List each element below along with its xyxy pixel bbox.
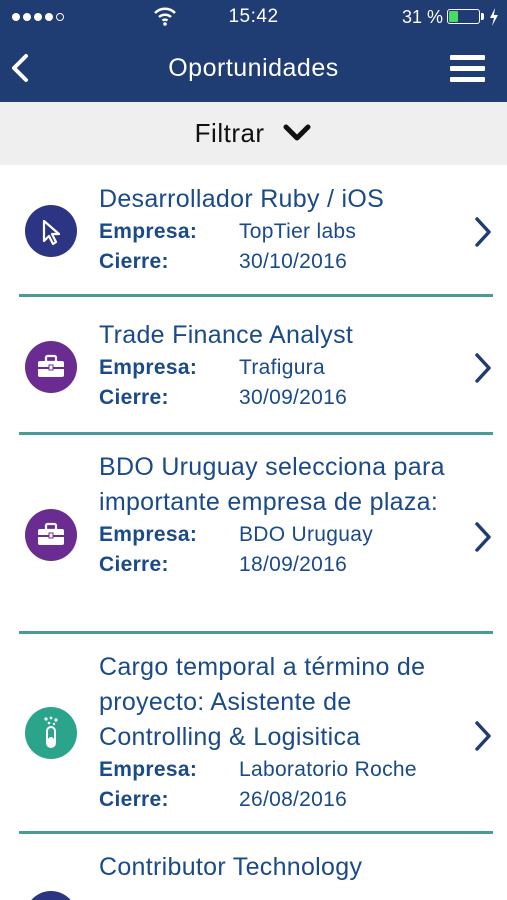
empresa-label: Empresa: bbox=[99, 758, 198, 781]
chevron-right-icon bbox=[475, 522, 491, 552]
empresa-value: Trafigura bbox=[239, 356, 325, 379]
cierre-value: 30/10/2016 bbox=[239, 250, 348, 273]
empresa-label: Empresa: bbox=[99, 523, 198, 546]
divider bbox=[19, 831, 493, 834]
chevron-right-icon bbox=[475, 217, 491, 247]
cierre-label: Cierre: bbox=[99, 788, 169, 811]
cursor-icon bbox=[25, 891, 77, 900]
briefcase-icon bbox=[25, 341, 77, 393]
chevron-right-icon bbox=[475, 721, 491, 751]
test-tube-icon bbox=[25, 707, 77, 759]
divider bbox=[19, 631, 493, 634]
list-item[interactable]: Trade Finance Analyst Empresa: Trafigura … bbox=[0, 297, 507, 435]
item-title: BDO Uruguay selecciona para importante e… bbox=[99, 453, 445, 516]
item-title: Cargo temporal a término de proyecto: As… bbox=[99, 653, 426, 751]
item-title: Contributor Technology bbox=[99, 853, 363, 881]
cursor-icon bbox=[25, 205, 77, 257]
list-item[interactable]: Desarrollador Ruby / iOS Empresa: TopTier… bbox=[0, 165, 507, 297]
hamburger-menu-icon[interactable] bbox=[448, 52, 488, 86]
battery-percentage: 31 % bbox=[402, 7, 444, 27]
briefcase-icon bbox=[25, 509, 77, 561]
empresa-label: Empresa: bbox=[99, 220, 198, 243]
cierre-value: 26/08/2016 bbox=[239, 788, 348, 811]
item-title: Desarrollador Ruby / iOS bbox=[99, 185, 385, 213]
list-item[interactable]: Cargo temporal a término de proyecto: As… bbox=[0, 635, 507, 835]
list-item[interactable]: Contributor Technology bbox=[0, 835, 507, 900]
item-title: Trade Finance Analyst bbox=[99, 321, 354, 349]
chevron-right-icon bbox=[475, 353, 491, 383]
empresa-label: Empresa: bbox=[99, 356, 198, 379]
charging-icon bbox=[490, 8, 498, 26]
empresa-value: BDO Uruguay bbox=[239, 523, 374, 546]
cierre-label: Cierre: bbox=[99, 553, 169, 576]
empresa-value: TopTier labs bbox=[239, 220, 357, 243]
status-bar: 15:42 31 % bbox=[0, 0, 507, 34]
nav-bar: Oportunidades bbox=[0, 34, 507, 102]
filter-label: Filtrar bbox=[194, 118, 265, 148]
filter-bar[interactable]: Filtrar bbox=[0, 102, 507, 165]
chevron-down-icon bbox=[283, 124, 311, 141]
battery-icon bbox=[447, 9, 480, 24]
cierre-value: 18/09/2016 bbox=[239, 553, 348, 576]
cierre-value: 30/09/2016 bbox=[239, 386, 348, 409]
cierre-label: Cierre: bbox=[99, 250, 169, 273]
page-title: Oportunidades bbox=[168, 54, 339, 82]
empresa-value: Laboratorio Roche bbox=[239, 758, 417, 781]
list-item[interactable]: BDO Uruguay selecciona para importante e… bbox=[0, 435, 507, 635]
cierre-label: Cierre: bbox=[99, 386, 169, 409]
